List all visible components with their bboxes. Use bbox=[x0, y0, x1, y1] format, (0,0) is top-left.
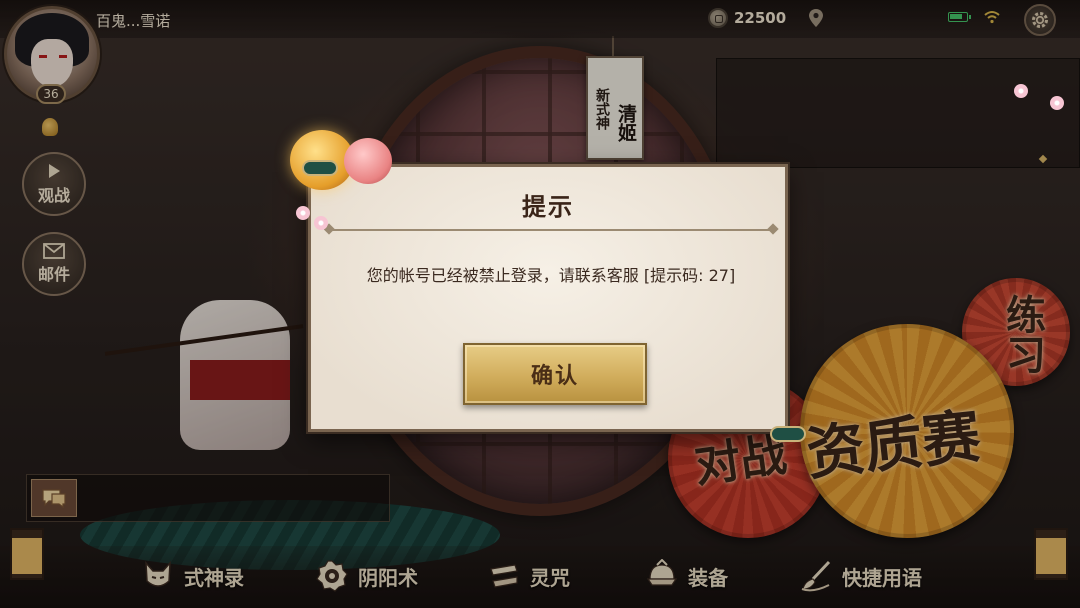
cherry-blossom-icon bbox=[1014, 84, 1028, 98]
dialog-title: 提示 bbox=[522, 192, 574, 221]
dialog-divider bbox=[329, 229, 773, 231]
dialog-message: 您的帐号已经被禁止登录，请联系客服 [提示码: 27] bbox=[366, 266, 736, 285]
confirm-button-label: 确认 bbox=[530, 363, 579, 389]
cherry-blossom-icon bbox=[296, 206, 310, 220]
cherry-blossom-icon bbox=[1050, 96, 1064, 110]
cloud-emblem-icon bbox=[302, 160, 338, 176]
notice-dialog: 提示 您的帐号已经被禁止登录，请联系客服 [提示码: 27] 确认 bbox=[308, 164, 788, 432]
pink-lantern-icon bbox=[344, 138, 392, 184]
cherry-blossom-icon bbox=[314, 216, 328, 230]
cloud-emblem-icon bbox=[770, 426, 806, 442]
confirm-button[interactable]: 确认 bbox=[463, 343, 647, 405]
